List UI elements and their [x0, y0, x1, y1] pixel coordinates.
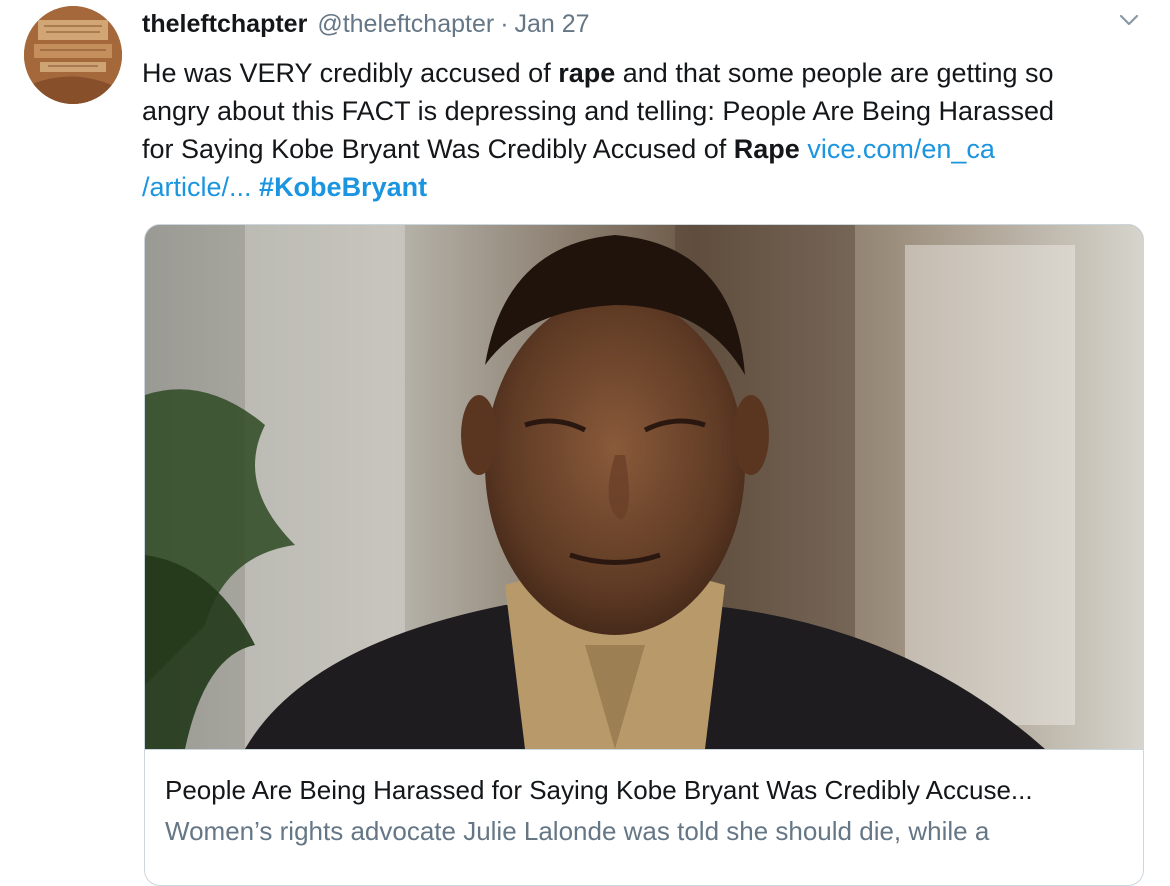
profile-avatar[interactable] [24, 6, 122, 104]
avatar-image [24, 6, 122, 104]
tweet-text-line-3: for Saying Kobe Bryant Was Credibly Accu… [142, 130, 1142, 168]
tweet: theleftchapter @theleftchapter · Jan 27 … [0, 0, 1170, 886]
text-segment: for Saying Kobe Bryant Was Credibly Accu… [142, 134, 734, 164]
card-title[interactable]: People Are Being Harassed for Saying Kob… [165, 773, 1125, 807]
card-description: Women’s rights advocate Julie Lalonde wa… [165, 816, 990, 846]
tweet-text-line-4: /article/... #KobeBryant [142, 168, 1142, 206]
user-handle[interactable]: @theleftchapter [317, 10, 494, 39]
link-preview-card[interactable]: People Are Being Harassed for Saying Kob… [144, 224, 1144, 886]
text-segment: He was VERY credibly accused of [142, 58, 559, 88]
tweet-text-line-1: He was VERY credibly accused of rape and… [142, 54, 1142, 92]
tweet-header: theleftchapter @theleftchapter · Jan 27 [142, 10, 590, 44]
text-segment: and that some people are getting so [615, 58, 1054, 88]
article-link-continued[interactable]: /article/... [142, 172, 252, 202]
tweet-text-line-2: angry about this FACT is depressing and … [142, 92, 1142, 130]
card-divider [145, 749, 1143, 750]
hashtag-link[interactable]: #KobeBryant [259, 172, 427, 202]
bold-keyword: Rape [733, 134, 800, 164]
article-photo [145, 225, 1143, 749]
card-image[interactable] [145, 225, 1143, 749]
text-segment: angry about this FACT is depressing and … [142, 96, 1055, 126]
chevron-down-icon[interactable] [1114, 10, 1144, 32]
tweet-date[interactable]: Jan 27 [515, 10, 590, 39]
article-link[interactable]: vice.com/en_ca [807, 134, 995, 164]
tweet-text: He was VERY credibly accused of rape and… [142, 54, 1142, 206]
separator-dot: · [500, 10, 509, 38]
bold-keyword: rape [558, 58, 616, 88]
display-name[interactable]: theleftchapter [142, 10, 307, 39]
